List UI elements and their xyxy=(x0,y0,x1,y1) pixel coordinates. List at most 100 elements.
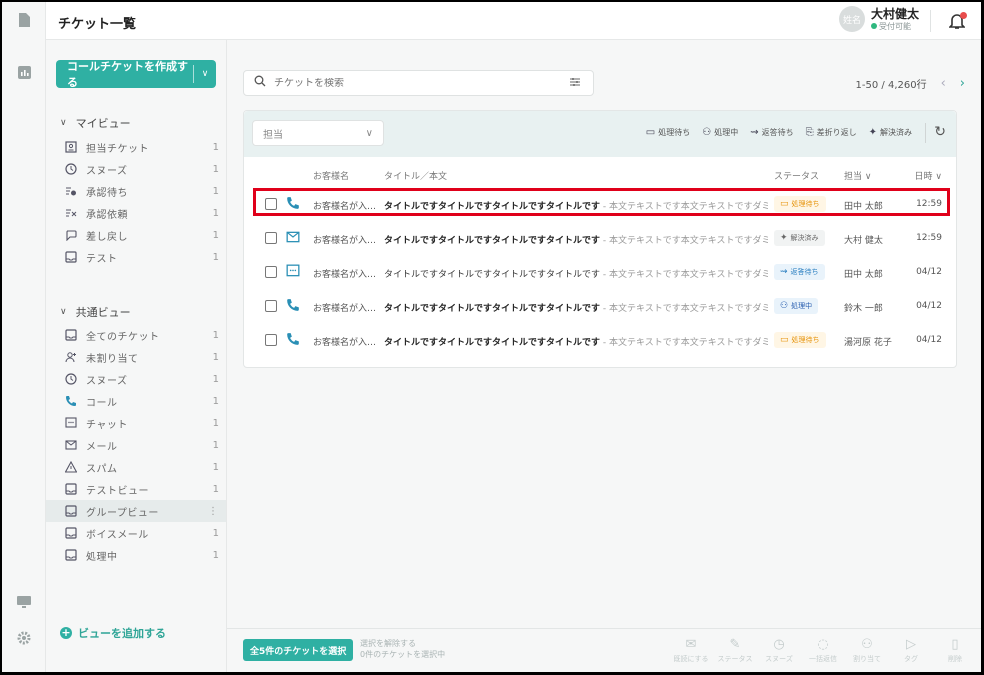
document-icon[interactable] xyxy=(16,12,32,28)
search-box[interactable] xyxy=(243,70,594,96)
plus-icon: + xyxy=(60,626,72,639)
table-row[interactable]: お客様名が入… タイトルですタイトルですタイトルですタイトルです - 本文テキス… xyxy=(244,323,956,357)
divider xyxy=(930,10,931,32)
next-page-icon[interactable]: › xyxy=(960,76,965,91)
inbox-icon xyxy=(64,504,78,518)
notification-bell-icon[interactable] xyxy=(948,12,967,30)
filter-waiting[interactable]: ▭ 処理待ち xyxy=(646,127,690,138)
delete-button[interactable]: ▯ 削除 xyxy=(933,636,977,664)
clock-icon xyxy=(64,162,78,176)
filter-settings-icon[interactable] xyxy=(569,76,593,91)
sidebar-item-chat[interactable]: チャット 1 xyxy=(64,412,219,434)
reply-wait-icon: ⇝ xyxy=(780,267,788,277)
phone-icon xyxy=(286,298,302,314)
assignee-select[interactable]: 担当 ∨ xyxy=(252,120,384,146)
caret-down-icon: ∨ xyxy=(60,118,67,128)
sidebar-item-mail[interactable]: メール 1 xyxy=(64,434,219,456)
table-row[interactable]: お客様名が入… タイトルですタイトルですタイトルですタイトルです - 本文テキス… xyxy=(244,187,956,221)
ticket-icon xyxy=(64,140,78,154)
bulk-reply-button[interactable]: ◌ 一括返信 xyxy=(801,636,845,664)
sidebar-item-approval-request[interactable]: 承認依頼 1 xyxy=(64,202,219,224)
monitor-icon[interactable] xyxy=(16,594,32,610)
sidebar-item-test[interactable]: テスト 1 xyxy=(64,246,219,268)
clock-icon: ◷ xyxy=(773,637,785,652)
row-checkbox[interactable] xyxy=(265,232,277,244)
edit-icon: ✎ xyxy=(729,637,741,652)
filter-resolved[interactable]: ✦ 解決済み xyxy=(869,127,912,138)
left-rail xyxy=(2,2,46,672)
sidebar-item-group-view[interactable]: グループビュー ⋮ xyxy=(46,500,226,522)
sidebar-item-voicemail[interactable]: ボイスメール 1 xyxy=(64,522,219,544)
inbox-icon: ▭ xyxy=(645,127,656,138)
sidebar-item-shared-snooze[interactable]: スヌーズ 1 xyxy=(64,368,219,390)
mark-read-button[interactable]: ✉ 既読にする xyxy=(669,636,713,664)
approval-wait-icon xyxy=(64,184,78,198)
chevron-down-icon[interactable]: ∨ xyxy=(194,69,216,79)
table-row[interactable]: お客様名が入… タイトルですタイトルですタイトルですタイトルです - 本文テキス… xyxy=(244,221,956,255)
tag-button[interactable]: ▷ タグ xyxy=(889,636,933,664)
row-checkbox[interactable] xyxy=(265,198,277,210)
status-badge: ▭ 処理待ち xyxy=(774,332,826,348)
inbox-icon xyxy=(64,328,78,342)
sidebar-item-in-progress[interactable]: 処理中 1 xyxy=(64,544,219,566)
reply-wait-icon: ⇝ xyxy=(750,127,759,138)
select-all-button[interactable]: 全5件のチケットを選択 xyxy=(243,639,354,661)
table-row[interactable]: お客様名が入… タイトルですタイトルですタイトルですタイトルです - 本文テキス… xyxy=(244,289,956,323)
shared-view-section[interactable]: ∨ 共通ビュー xyxy=(60,304,131,320)
sidebar-item-awaiting-approval[interactable]: 承認待ち 1 xyxy=(64,180,219,202)
filter-sent-back[interactable]: ⎘ 差折り返し xyxy=(806,127,857,138)
inbox-icon xyxy=(64,548,78,562)
filter-reply-wait[interactable]: ⇝ 返答待ち xyxy=(750,127,793,138)
sidebar-item-my-tickets[interactable]: 担当チケット 1 xyxy=(64,136,219,158)
phone-icon xyxy=(286,196,302,212)
sidebar-item-all-tickets[interactable]: 全てのチケット 1 xyxy=(64,324,219,346)
header-assignee[interactable]: 担当 ∨ xyxy=(844,169,871,182)
refresh-icon[interactable]: ↻ xyxy=(934,124,946,140)
phone-icon xyxy=(286,332,302,348)
page-title: チケット一覧 xyxy=(58,17,137,32)
row-checkbox[interactable] xyxy=(265,300,277,312)
chat-icon xyxy=(286,264,302,280)
sparkle-icon: ✦ xyxy=(780,233,788,243)
main-content: 1-50 / 4,260行 ‹ › 担当 ∨ ▭処理待ち ⚇処理中 ⇝返答待ち … xyxy=(227,40,981,672)
top-bar: チケット一覧 姓名 大村健太 受付可能 xyxy=(46,2,981,40)
user-menu[interactable]: 姓名 大村健太 受付可能 xyxy=(838,6,919,32)
avatar: 姓名 xyxy=(838,6,865,32)
sidebar-item-test-view[interactable]: テストビュー 1 xyxy=(64,478,219,500)
sidebar-item-spam[interactable]: スパム 1 xyxy=(64,456,219,478)
status-badge: ⇝ 返答待ち xyxy=(774,264,825,280)
filter-in-progress[interactable]: ⚇ 処理中 xyxy=(702,127,738,138)
snooze-button[interactable]: ◷ スヌーズ xyxy=(757,636,801,664)
create-call-ticket-button[interactable]: コールチケットを作成する ∨ xyxy=(56,60,216,89)
my-view-section[interactable]: ∨ マイビュー xyxy=(60,115,131,131)
sidebar-item-snooze[interactable]: スヌーズ 1 xyxy=(64,158,219,180)
more-options-icon[interactable]: ⋮ xyxy=(208,506,218,517)
sidebar-item-call[interactable]: コール 1 xyxy=(64,390,219,412)
row-checkbox[interactable] xyxy=(265,334,277,346)
user-status: 受付可能 xyxy=(870,21,919,32)
assign-button[interactable]: ⚇ 割り当て xyxy=(845,636,889,664)
status-button[interactable]: ✎ ステータス xyxy=(713,636,757,664)
caret-down-icon: ∨ xyxy=(60,307,67,317)
header-customer[interactable]: お客様名 xyxy=(313,169,349,182)
prev-page-icon[interactable]: ‹ xyxy=(941,76,946,91)
deselect-link[interactable]: 選択を解除する xyxy=(360,638,445,649)
add-view-button[interactable]: + ビューを追加する xyxy=(60,625,166,641)
status-badge: ▭ 処理待ち xyxy=(774,196,826,212)
report-icon[interactable] xyxy=(16,64,32,80)
settings-gear-icon[interactable] xyxy=(16,630,32,646)
table-row[interactable]: お客様名が入… タイトルですタイトルですタイトルですタイトルです - 本文テキス… xyxy=(244,255,956,289)
app-window: チケット一覧 姓名 大村健太 受付可能 コールチケットを作成する ∨ ∨ マイビ… xyxy=(2,2,981,672)
sidebar-item-sent-back[interactable]: 差し戻し 1 xyxy=(64,224,219,246)
search-input[interactable] xyxy=(274,77,569,89)
header-status[interactable]: ステータス xyxy=(774,169,819,182)
inbox-icon: ▭ xyxy=(780,199,789,209)
header-title[interactable]: タイトル／本文 xyxy=(384,169,447,182)
row-checkbox[interactable] xyxy=(265,266,277,278)
notification-dot xyxy=(960,12,967,19)
header-time[interactable]: 日時 ∨ xyxy=(915,169,942,182)
inbox-icon xyxy=(64,250,78,264)
sidebar-item-unassigned[interactable]: 未割り当て 1 xyxy=(64,346,219,368)
user-name: 大村健太 xyxy=(870,6,919,21)
status-badge: ✦ 解決済み xyxy=(774,230,825,246)
